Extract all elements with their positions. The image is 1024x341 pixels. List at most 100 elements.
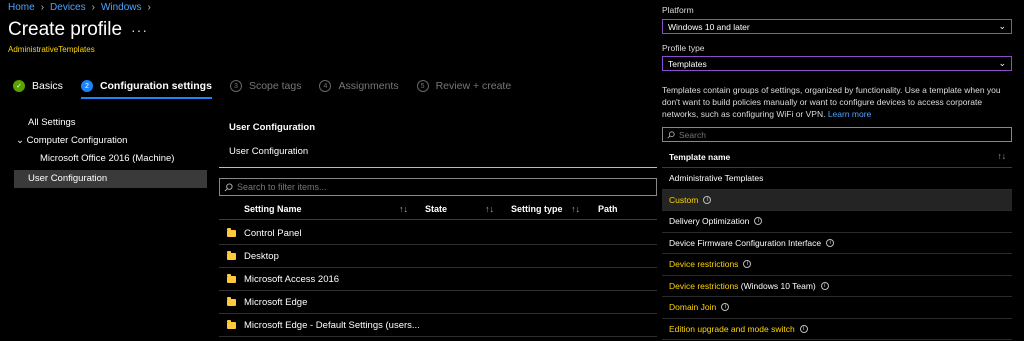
step-label: Assignments — [338, 80, 399, 92]
checkmark-icon: ✓ — [13, 80, 25, 92]
row-label: Microsoft Access 2016 — [244, 273, 340, 285]
more-options-icon[interactable]: ··· — [131, 22, 148, 38]
step-label: Scope tags — [248, 80, 302, 92]
column-setting-type[interactable]: Setting type — [511, 204, 563, 214]
step-number: 4 — [319, 80, 332, 92]
template-row[interactable]: Device Firmware Configuration Interface i — [662, 233, 1012, 254]
info-icon[interactable]: i — [703, 195, 712, 204]
info-icon[interactable]: i — [826, 238, 835, 247]
platform-value: Windows 10 and later — [668, 21, 750, 32]
info-icon[interactable]: i — [799, 324, 808, 333]
section-title: User Configuration — [229, 122, 316, 133]
profile-type-select[interactable]: Templates ⌄ — [662, 56, 1012, 71]
column-state[interactable]: State — [425, 204, 447, 214]
table-row[interactable]: Microsoft Access 2016 — [219, 268, 657, 291]
column-template-name[interactable]: Template name — [669, 152, 730, 162]
breadcrumb-devices[interactable]: Devices — [50, 2, 86, 13]
filter-input[interactable] — [237, 182, 637, 192]
tree-item-office-2016-machine[interactable]: Microsoft Office 2016 (Machine) — [14, 150, 207, 168]
step-assignments[interactable]: 4 Assignments — [319, 80, 399, 92]
chevron-right-icon: › — [147, 2, 151, 13]
folder-icon — [227, 227, 236, 237]
chevron-down-icon: ⌄ — [998, 21, 1006, 31]
template-name-suffix: (Windows 10 Team) — [738, 280, 816, 291]
breadcrumb: Home › Devices › Windows › — [8, 2, 151, 13]
platform-label: Platform — [662, 5, 694, 15]
row-label: Microsoft Edge - Default Settings (users… — [244, 319, 420, 331]
table-row[interactable]: Desktop — [219, 245, 657, 268]
template-name: Domain Join — [669, 302, 717, 313]
search-icon — [224, 182, 233, 192]
template-row[interactable]: Domain Join i — [662, 297, 1012, 319]
table-row[interactable]: Microsoft Edge - Default Settings (users… — [219, 314, 657, 337]
table-row[interactable]: Microsoft Edge — [219, 291, 657, 314]
step-label: Review + create — [435, 80, 512, 92]
settings-table-body: Control Panel Desktop Microsoft Access 2… — [219, 222, 657, 337]
info-icon[interactable]: i — [820, 281, 829, 290]
section-subtitle: User Configuration — [229, 146, 309, 157]
template-row[interactable]: Device restrictions (Windows 10 Team) i — [662, 276, 1012, 297]
step-review-create[interactable]: 5 Review + create — [416, 80, 512, 92]
step-label: Configuration settings — [99, 80, 212, 92]
template-list: Administrative Templates Custom i Delivery … — [662, 168, 1012, 340]
folder-icon — [227, 296, 236, 306]
tree-item-user-configuration[interactable]: User Configuration — [14, 170, 207, 188]
chevron-right-icon: › — [91, 2, 95, 13]
tree-item-computer-configuration[interactable]: ⌄ Computer Configuration — [14, 132, 207, 150]
settings-tree: All Settings ⌄ Computer Configuration Mi… — [14, 114, 207, 188]
breadcrumb-windows[interactable]: Windows — [101, 2, 142, 13]
sort-icon[interactable]: ↑↓ — [998, 151, 1007, 161]
tree-item-all-settings[interactable]: All Settings — [14, 114, 207, 132]
template-row[interactable]: Edition upgrade and mode switch i — [662, 319, 1012, 340]
chevron-down-icon[interactable]: ⌄ — [16, 135, 27, 146]
row-label: Control Panel — [244, 227, 302, 239]
page-subtitle: AdministrativeTemplates — [8, 45, 95, 54]
template-row[interactable]: Delivery Optimization i — [662, 211, 1012, 233]
template-row[interactable]: Custom i — [662, 189, 1012, 211]
tree-item-label: Computer Configuration — [26, 135, 128, 146]
platform-select[interactable]: Windows 10 and later ⌄ — [662, 19, 1012, 34]
template-name: Device restrictions — [669, 280, 739, 291]
template-name: Delivery Optimization — [669, 216, 750, 227]
row-label: Microsoft Edge — [244, 296, 308, 308]
folder-icon — [227, 273, 236, 283]
info-icon[interactable]: i — [721, 303, 730, 312]
profile-type-value: Templates — [668, 58, 707, 69]
filter-box[interactable] — [219, 178, 657, 196]
template-search-box[interactable] — [662, 127, 1012, 142]
step-number: 2 — [80, 80, 93, 92]
wizard-steps: ✓ Basics 2 Configuration settings 3 Scop… — [13, 80, 529, 99]
step-label: Basics — [32, 80, 63, 92]
step-configuration-settings[interactable]: 2 Configuration settings — [80, 80, 212, 99]
settings-table-header: Setting Name ↑↓ State ↑↓ Setting type ↑↓… — [219, 200, 657, 220]
step-scope-tags[interactable]: 3 Scope tags — [229, 80, 302, 92]
sort-icon[interactable]: ↑↓ — [571, 204, 580, 214]
table-row[interactable]: Control Panel — [219, 222, 657, 245]
row-label: Desktop — [244, 250, 279, 262]
step-basics[interactable]: ✓ Basics — [13, 80, 63, 92]
column-path[interactable]: Path — [598, 204, 618, 214]
learn-more-link[interactable]: Learn more — [828, 109, 871, 119]
chevron-down-icon: ⌄ — [998, 58, 1006, 68]
step-number: 3 — [229, 80, 242, 92]
chevron-right-icon: › — [40, 2, 45, 13]
breadcrumb-home[interactable]: Home — [8, 2, 35, 13]
info-icon[interactable]: i — [743, 260, 752, 269]
template-name: Device restrictions — [669, 259, 739, 270]
template-name: Administrative Templates — [669, 173, 764, 184]
template-name: Edition upgrade and mode switch — [669, 323, 795, 334]
template-name: Custom — [669, 194, 699, 205]
info-icon[interactable]: i — [754, 217, 763, 226]
search-icon — [667, 130, 675, 139]
folder-icon — [227, 250, 236, 260]
sort-icon[interactable]: ↑↓ — [399, 204, 408, 214]
template-table-header: Template name ↑↓ — [662, 146, 1012, 168]
column-setting-name[interactable]: Setting Name — [244, 204, 302, 214]
divider — [219, 167, 657, 168]
sort-icon[interactable]: ↑↓ — [485, 204, 494, 214]
folder-icon — [227, 319, 236, 329]
template-row[interactable]: Device restrictions i — [662, 254, 1012, 276]
template-row[interactable]: Administrative Templates — [662, 168, 1012, 190]
profile-type-label: Profile type — [662, 43, 705, 53]
template-search-input[interactable] — [679, 129, 999, 140]
